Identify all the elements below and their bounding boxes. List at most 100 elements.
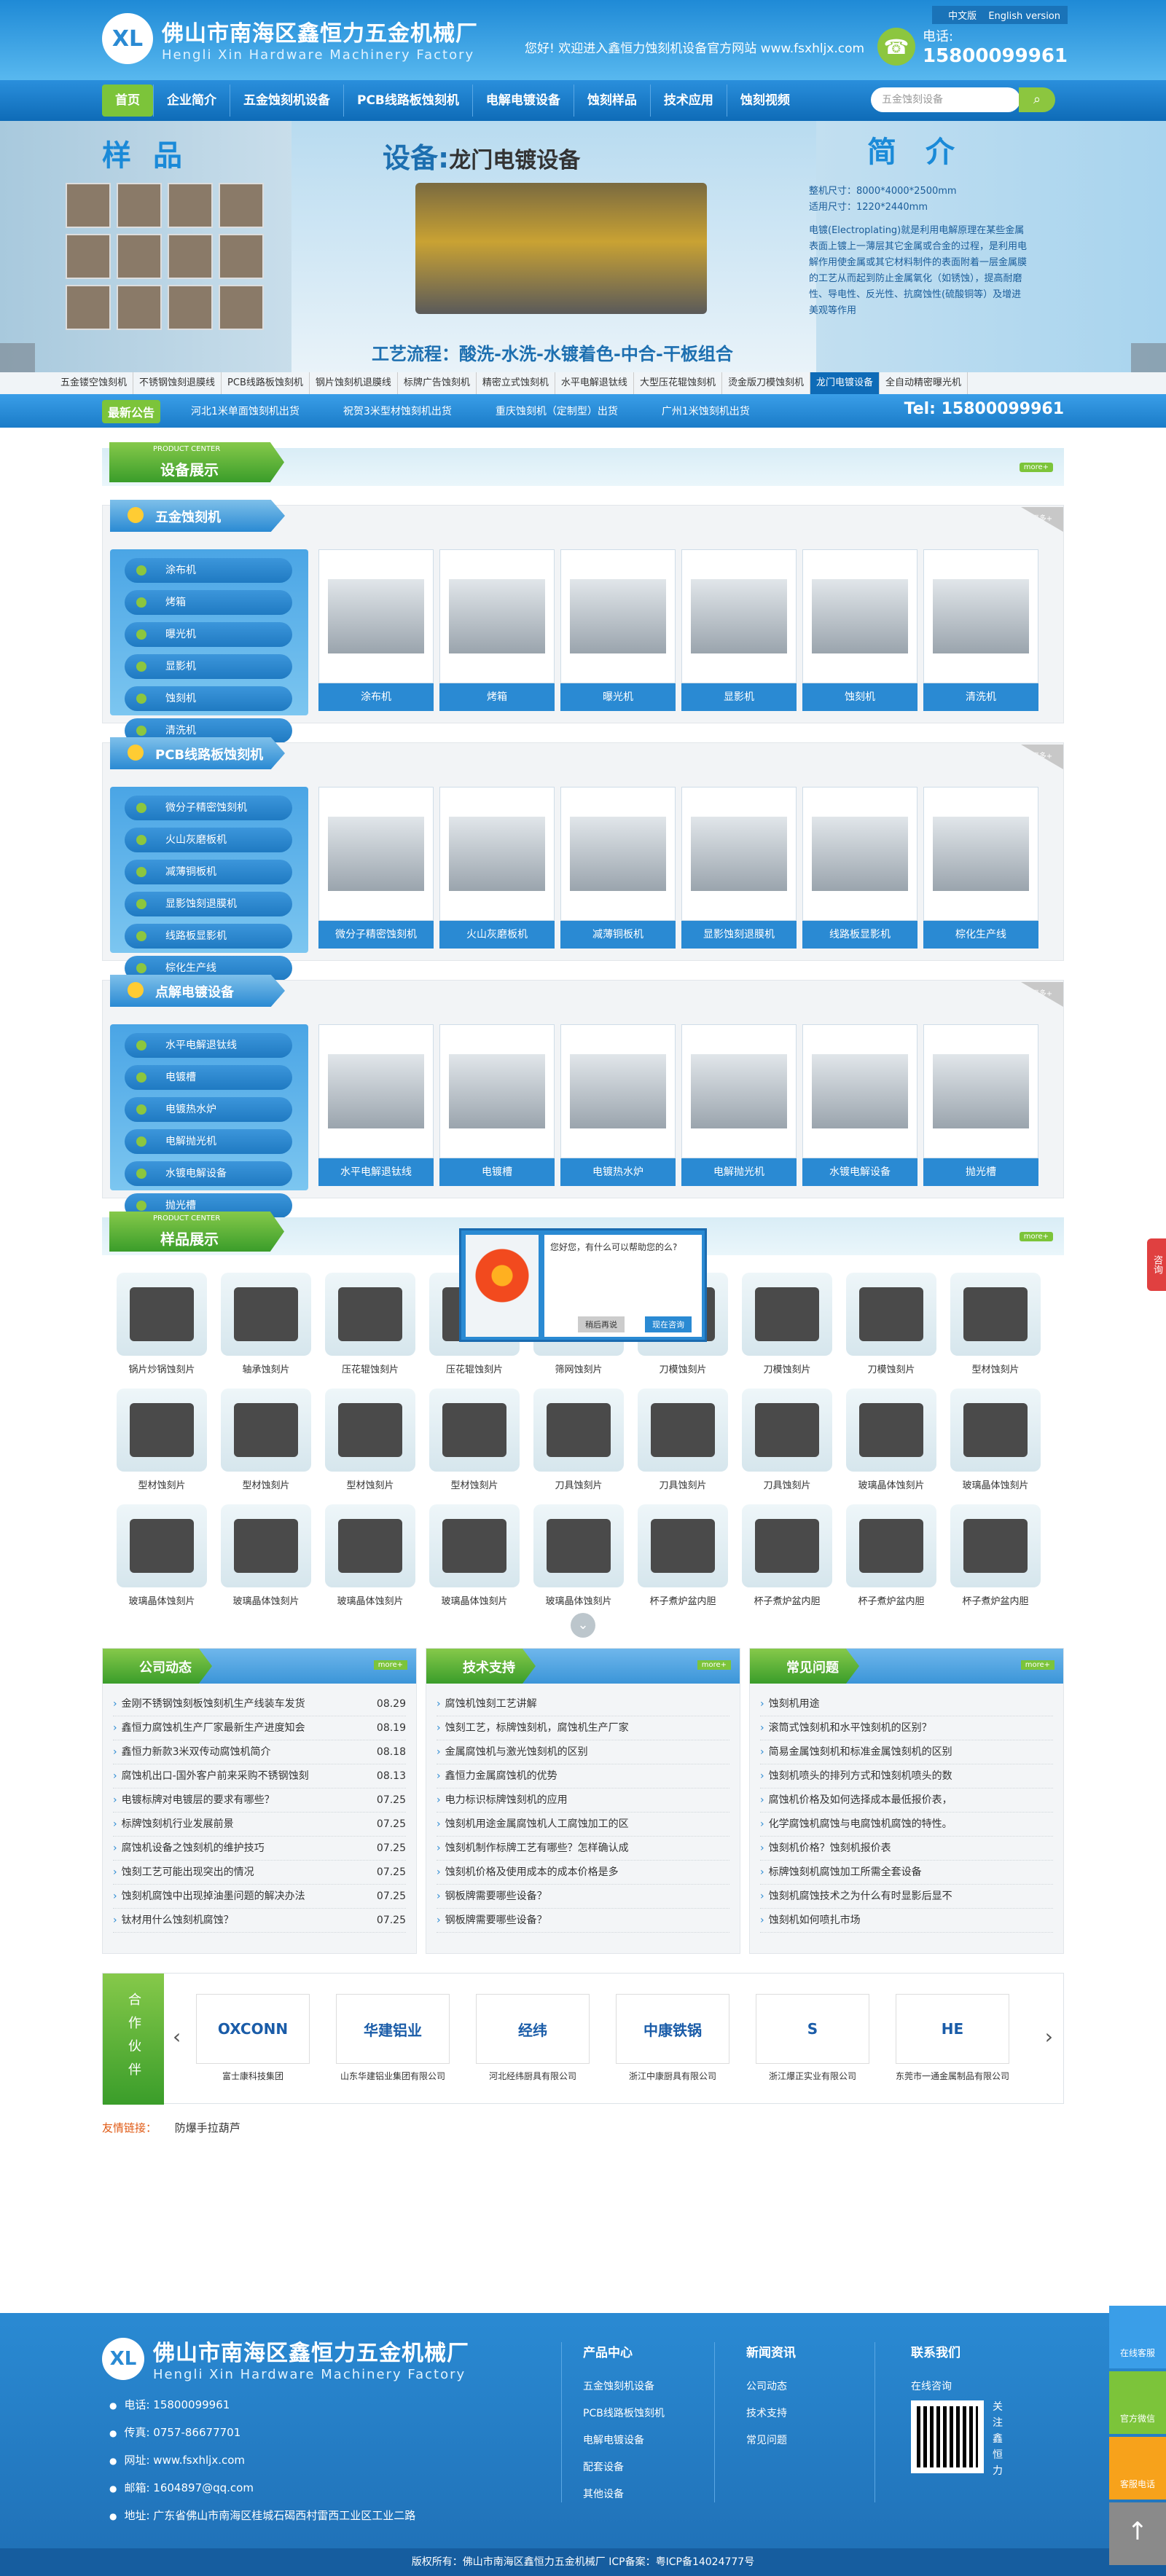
footer-link[interactable]: 技术支持 [746,2400,796,2427]
sample-card[interactable]: 刀具蚀刻片 [533,1389,624,1491]
partner-logo[interactable]: 华建铝业 山东华建铝业集团有限公司 [336,1994,450,2082]
category-menu-item[interactable]: 显影机 [125,654,292,679]
product-card[interactable]: 减薄铜板机 [560,787,676,949]
category-menu-item[interactable]: 微分子精密蚀刻机 [125,796,292,820]
product-card[interactable]: 烤箱 [439,549,555,711]
product-card[interactable]: 曝光机 [560,549,676,711]
news-item[interactable]: 蚀刻机用途金属腐蚀机人工腐蚀加工的区 [437,1813,729,1837]
ticker-item[interactable]: 重庆蚀刻机（定制型）出货 [496,404,618,418]
sample-card[interactable]: 玻璃晶体蚀刻片 [117,1504,207,1607]
product-card[interactable]: 火山灰磨板机 [439,787,555,949]
footer-link[interactable]: 公司动态 [746,2373,796,2400]
cat-item[interactable]: 大型压花辊蚀刻机 [634,372,722,394]
cat-item[interactable]: 钢片蚀刻机退膜线 [310,372,398,394]
chevron-down-icon[interactable]: ⌄ [571,1613,595,1638]
category-menu-item[interactable]: 线路板显影机 [125,924,292,949]
ticker-item[interactable]: 河北1米单面蚀刻机出货 [191,404,300,418]
search-button[interactable]: ⌕ [1019,87,1055,112]
category-menu-item[interactable]: 电镀槽 [125,1065,292,1090]
news-item[interactable]: 鑫恒力新款3米双传动腐蚀机简介 08.18 [113,1740,406,1764]
sample-card[interactable]: 杯子煮炉盆内胆 [950,1504,1041,1607]
product-card[interactable]: 电解抛光机 [681,1024,797,1186]
news-item[interactable]: 简易金属蚀刻机和标准金属蚀刻机的区别 [760,1740,1053,1764]
product-card[interactable]: 蚀刻机 [802,549,917,711]
news-item[interactable]: 蚀刻工艺可能出现突出的情况 07.25 [113,1861,406,1885]
footer-link[interactable]: 配套设备 [583,2454,665,2481]
product-card[interactable]: 水镀电解设备 [802,1024,917,1186]
lang-cn-link[interactable]: 中文版 [948,11,977,22]
wechat-button[interactable]: 官方微信 [1109,2371,1166,2434]
cat-item[interactable]: 不锈钢蚀刻退膜线 [133,372,222,394]
sample-card[interactable]: 刀具蚀刻片 [742,1389,832,1491]
news-item[interactable]: 钢板牌需要哪些设备？ [437,1909,729,1933]
sample-card[interactable]: 玻璃晶体蚀刻片 [221,1504,311,1607]
sample-card[interactable]: 型材蚀刻片 [325,1389,415,1491]
more-corner[interactable]: 更多+ [1021,745,1063,769]
category-menu-item[interactable]: 电解抛光机 [125,1129,292,1154]
news-item[interactable]: 蚀刻工艺，标牌蚀刻机，腐蚀机生产厂家 [437,1716,729,1740]
sample-card[interactable]: 刀模蚀刻片 [742,1273,832,1375]
banner-next-arrow[interactable]: › [1131,343,1166,372]
sample-card[interactable]: 锅片炒锅蚀刻片 [117,1273,207,1375]
news-item[interactable]: 蚀刻机腐蚀技术之为什么有时显影后显不 [760,1885,1053,1909]
news-item[interactable]: 化学腐蚀机腐蚀与电腐蚀机腐蚀的特性。 [760,1813,1053,1837]
more-link[interactable]: more+ [1019,463,1053,472]
nav-item-plating[interactable]: 电解电镀设备 [472,85,574,117]
chat-now-button[interactable]: 现在咨询 [645,1316,692,1332]
online-service-button[interactable]: 在线客服 [1109,2306,1166,2368]
nav-item-hardware[interactable]: 五金蚀刻机设备 [230,85,343,117]
cat-item[interactable]: 烫金版刀模蚀刻机 [722,372,810,394]
sample-card[interactable]: 型材蚀刻片 [221,1389,311,1491]
category-menu-item[interactable]: 减薄铜板机 [125,860,292,884]
news-item[interactable]: 蚀刻机喷头的排列方式和蚀刻机喷头的数 [760,1764,1053,1788]
news-item[interactable]: 蚀刻机价格？蚀刻机报价表 [760,1837,1053,1861]
partner-logo[interactable]: S 浙江爆正实业有限公司 [756,1994,869,2082]
product-card[interactable]: 清洗机 [923,549,1038,711]
news-item[interactable]: 蚀刻机制作标牌工艺有哪些？怎样确认成 [437,1837,729,1861]
footer-link[interactable]: 其他设备 [583,2481,665,2508]
nav-item-tech[interactable]: 技术应用 [649,85,727,117]
search-input[interactable]: 五金蚀刻设备 [871,87,1020,112]
site-logo[interactable]: XL 佛山市南海区鑫恒力五金机械厂 Hengli Xin Hardware Ma… [102,13,478,64]
news-item[interactable]: 电镀标牌对电镀层的要求有哪些？ 07.25 [113,1788,406,1813]
category-menu-item[interactable]: 烤箱 [125,590,292,615]
cat-item[interactable]: PCB线路板蚀刻机 [222,372,310,394]
news-item[interactable]: 滚筒式蚀刻机和水平蚀刻机的区别？ [760,1716,1053,1740]
cat-item-active[interactable]: 龙门电镀设备 [810,372,880,394]
sample-card[interactable]: 杯子煮炉盆内胆 [638,1504,728,1607]
product-card[interactable]: 棕化生产线 [923,787,1038,949]
ticker-item[interactable]: 祝贺3米型材蚀刻机出货 [343,404,452,418]
sample-card[interactable]: 轴承蚀刻片 [221,1273,311,1375]
ticker-item[interactable]: 广州1米蚀刻机出货 [662,404,750,418]
category-menu-item[interactable]: 水平电解退钛线 [125,1033,292,1058]
partner-logo[interactable]: 经纬 河北经纬厨具有限公司 [476,1994,590,2082]
news-item[interactable]: 腐蚀机出口-国外客户前来采购不锈钢蚀刻 08.13 [113,1764,406,1788]
more-link[interactable]: more+ [1019,1232,1053,1241]
category-menu-item[interactable]: 电镀热水炉 [125,1097,292,1122]
sample-card[interactable]: 玻璃晶体蚀刻片 [950,1389,1041,1491]
category-menu-item[interactable]: 涂布机 [125,558,292,583]
sample-card[interactable]: 刀模蚀刻片 [846,1273,936,1375]
product-card[interactable]: 电镀槽 [439,1024,555,1186]
product-card[interactable]: 水平电解退钛线 [318,1024,434,1186]
cat-item[interactable]: 精密立式蚀刻机 [477,372,555,394]
phone-button[interactable]: 客服电话 [1109,2437,1166,2500]
footer-link[interactable]: 在线咨询 [911,2373,960,2400]
product-card[interactable]: 电镀热水炉 [560,1024,676,1186]
back-to-top-button[interactable]: ↑ [1109,2502,1166,2565]
sample-card[interactable]: 玻璃晶体蚀刻片 [533,1504,624,1607]
sample-card[interactable]: 型材蚀刻片 [429,1389,520,1491]
news-item[interactable]: 钢板牌需要哪些设备？ [437,1885,729,1909]
category-menu-item[interactable]: 蚀刻机 [125,686,292,711]
partner-logo[interactable]: OXCONN 富士康科技集团 [196,1994,310,2082]
news-item[interactable]: 蚀刻机价格及使用成本的成本价格是多 [437,1861,729,1885]
news-item[interactable]: 金属腐蚀机与激光蚀刻机的区别 [437,1740,729,1764]
partners-next-arrow[interactable]: › [1045,2025,1053,2049]
footer-link[interactable]: 常见问题 [746,2427,796,2454]
news-item[interactable]: 标牌蚀刻机行业发展前景 07.25 [113,1813,406,1837]
nav-item-video[interactable]: 蚀刻视频 [726,85,803,117]
nav-item-pcb[interactable]: PCB线路板蚀刻机 [343,85,472,117]
news-item[interactable]: 蚀刻机如何喷扎市场 [760,1909,1053,1933]
sample-card[interactable]: 压花辊蚀刻片 [325,1273,415,1375]
category-menu-item[interactable]: 曝光机 [125,622,292,647]
